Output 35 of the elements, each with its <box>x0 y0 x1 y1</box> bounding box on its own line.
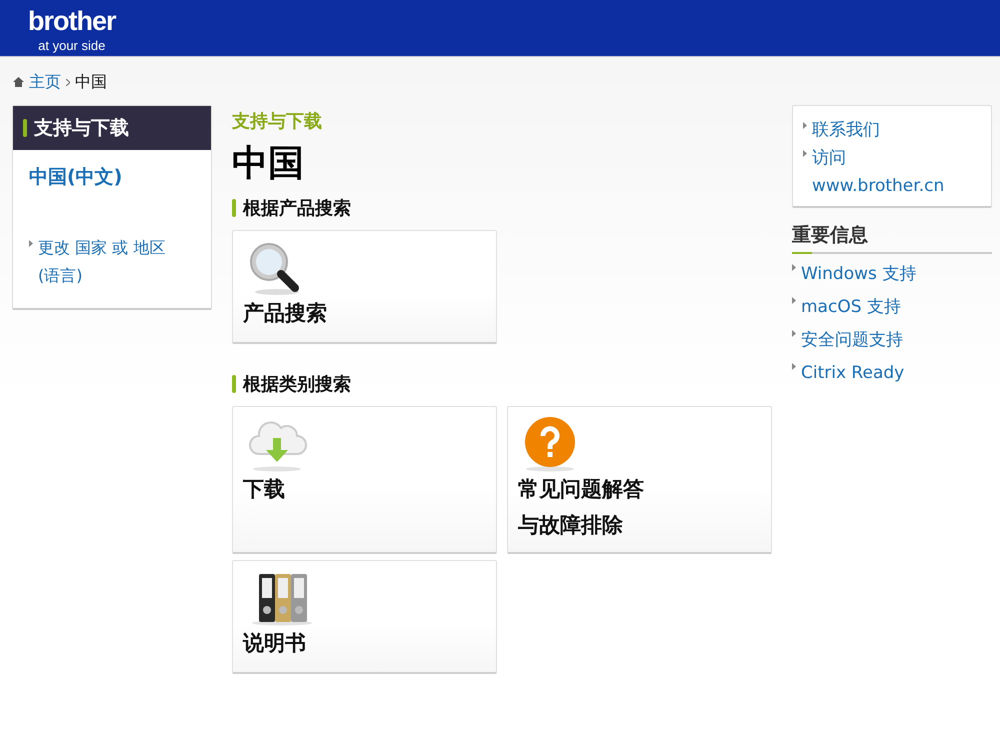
breadcrumb-link[interactable]: 主页 <box>29 72 61 92</box>
category-card[interactable]: 说明书 <box>232 560 497 674</box>
panel-title: 支持与下载 <box>34 116 129 141</box>
section-heading: 根据产品搜索 <box>243 197 351 220</box>
arrow-icon <box>792 330 796 337</box>
page-heading: 中国 <box>232 142 305 186</box>
sidebar-link[interactable]: 访问 www.brother.cn <box>812 144 944 200</box>
arrow-icon <box>792 264 796 271</box>
info-link[interactable]: Citrix Ready <box>801 357 904 390</box>
card-title: 常见问题解答 与故障排除 <box>518 476 644 539</box>
section-heading: 根据类别搜索 <box>243 373 351 396</box>
section-label: 支持与下载 <box>232 110 323 133</box>
card-title: 产品搜索 <box>243 300 327 327</box>
change-region-link[interactable]: 更改 国家 或 地区 (语言) <box>38 234 166 290</box>
info-link[interactable]: Windows 支持 <box>801 258 916 291</box>
sidebar-link[interactable]: 联系我们 <box>812 116 880 144</box>
category-card[interactable]: 产品搜索 <box>232 230 497 344</box>
card-title: 说明书 <box>243 630 306 657</box>
category-card[interactable]: 下载 <box>232 406 497 554</box>
arrow-icon <box>792 363 796 370</box>
home-icon <box>13 77 24 87</box>
arrow-icon <box>803 122 807 129</box>
brother-logo[interactable]: brother at your side <box>28 6 116 53</box>
chevron-icon <box>66 78 70 86</box>
info-heading: 重要信息 <box>792 222 992 254</box>
arrow-icon <box>29 240 33 247</box>
category-card[interactable]: 常见问题解答 与故障排除 <box>507 406 772 554</box>
card-title: 下载 <box>243 476 285 503</box>
region-link[interactable]: 中国(中文) <box>29 166 122 188</box>
question-icon <box>522 416 578 472</box>
breadcrumb-current: 中国 <box>75 72 107 92</box>
arrow-icon <box>792 297 796 304</box>
info-link[interactable]: macOS 支持 <box>801 291 901 324</box>
arrow-icon <box>803 150 807 157</box>
info-link[interactable]: 安全问题支持 <box>801 324 903 357</box>
